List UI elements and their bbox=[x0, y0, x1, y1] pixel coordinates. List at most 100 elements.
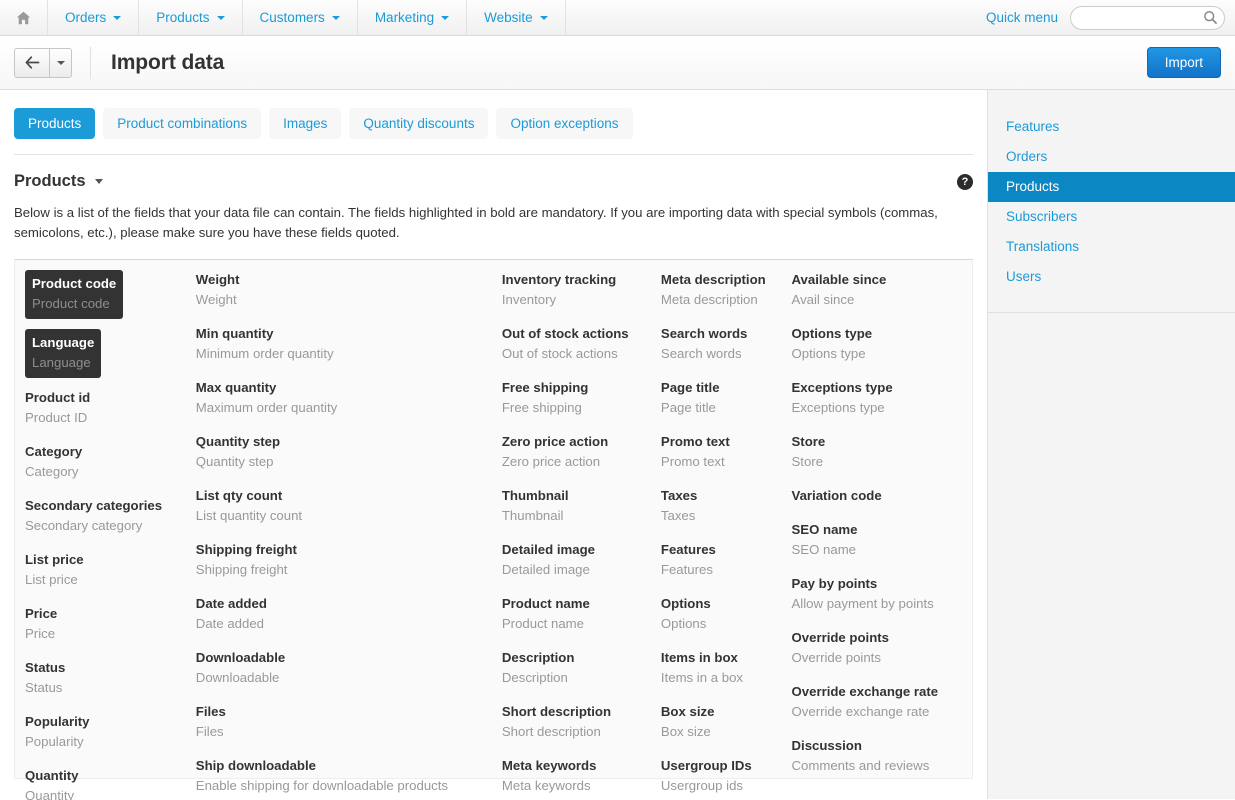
field-entry: Options type Options type bbox=[792, 324, 873, 364]
field-name: Available since bbox=[791, 272, 887, 287]
field-description: Date added bbox=[195, 616, 264, 631]
field-name: Out of stock actions bbox=[501, 326, 629, 341]
field-name: Page title bbox=[660, 380, 720, 395]
field-description: Free shipping bbox=[501, 400, 582, 415]
quick-menu-link[interactable]: Quick menu bbox=[986, 10, 1058, 25]
import-button[interactable]: Import bbox=[1146, 47, 1221, 78]
field-entry: Usergroup IDs Usergroup ids bbox=[661, 756, 752, 796]
nav-item-orders[interactable]: Orders bbox=[48, 0, 140, 35]
field-entry: Box size Box size bbox=[661, 702, 715, 742]
page-title: Import data bbox=[111, 50, 225, 74]
field-description: Comments and reviews bbox=[791, 758, 930, 773]
field-description: Options bbox=[660, 616, 707, 631]
field-entry: Popularity Popularity bbox=[25, 712, 89, 752]
field-description: Status bbox=[25, 680, 63, 695]
fields-panel: Product code Product code Language Language… bbox=[14, 259, 973, 800]
field-description: Downloadable bbox=[195, 670, 280, 685]
back-dropdown-button[interactable] bbox=[49, 47, 72, 78]
sidebar-item-subscribers[interactable]: Subscribers bbox=[988, 202, 1235, 232]
field-name: Product id bbox=[25, 390, 91, 405]
field-description: Description bbox=[501, 670, 568, 685]
help-icon[interactable]: ? bbox=[957, 173, 973, 190]
field-entry: Date added Date added bbox=[196, 594, 267, 634]
field-description: Meta keywords bbox=[501, 778, 591, 793]
field-column-4: Meta description Meta description Search w… bbox=[655, 270, 786, 793]
main-content: Products Product combinations Images Quanti… bbox=[0, 90, 987, 800]
field-description: Store bbox=[791, 454, 824, 469]
field-name: Items in box bbox=[660, 650, 738, 665]
field-name: Zero price action bbox=[501, 434, 609, 449]
field-entry: Detailed image Detailed image bbox=[502, 540, 595, 580]
field-description: Options type bbox=[791, 346, 866, 361]
field-description: Meta description bbox=[660, 292, 758, 307]
sidebar-item-translations[interactable]: Translations bbox=[988, 232, 1235, 262]
field-name: List price bbox=[25, 552, 84, 567]
nav-item-marketing[interactable]: Marketing bbox=[358, 0, 468, 35]
search-icon[interactable] bbox=[1203, 10, 1218, 28]
field-entry: Weight Weight bbox=[196, 270, 240, 310]
field-description: Quantity step bbox=[195, 454, 274, 469]
field-name: Detailed image bbox=[501, 542, 595, 557]
field-name: Pay by points bbox=[791, 576, 878, 591]
field-description: Minimum order quantity bbox=[195, 346, 334, 361]
field-name: SEO name bbox=[791, 522, 858, 537]
home-icon[interactable] bbox=[0, 0, 48, 35]
field-entry: Variation code bbox=[792, 486, 882, 506]
back-button[interactable] bbox=[14, 47, 49, 78]
nav-item-customers[interactable]: Customers bbox=[243, 0, 358, 35]
sidebar-item-users[interactable]: Users bbox=[988, 262, 1235, 292]
tab-option-exceptions[interactable]: Option exceptions bbox=[496, 108, 633, 139]
nav-item-label: Products bbox=[156, 10, 210, 25]
tab-products[interactable]: Products bbox=[14, 108, 96, 139]
back-button-group bbox=[14, 47, 72, 78]
field-name: Thumbnail bbox=[501, 488, 569, 503]
nav-item-website[interactable]: Website bbox=[467, 0, 566, 35]
field-entry: Options Options bbox=[661, 594, 711, 634]
field-description: Price bbox=[25, 626, 56, 641]
field-entry: Free shipping Free shipping bbox=[502, 378, 588, 418]
search-glyph bbox=[1204, 10, 1218, 24]
field-name: Product name bbox=[501, 596, 590, 611]
field-entry: Description Description bbox=[502, 648, 575, 688]
field-entry: Discussion Comments and reviews bbox=[792, 736, 930, 776]
tab-quantity-discounts[interactable]: Quantity discounts bbox=[349, 108, 489, 139]
field-entry: Override points Override points bbox=[792, 628, 889, 668]
field-description: Search words bbox=[660, 346, 742, 361]
search-input[interactable] bbox=[1070, 5, 1225, 30]
field-name: List qty count bbox=[195, 488, 283, 503]
chevron-down-icon bbox=[331, 15, 340, 20]
field-column-2: Weight Weight Min quantity Minimum order qu… bbox=[190, 270, 496, 793]
tab-product-combinations[interactable]: Product combinations bbox=[103, 108, 262, 139]
field-entry: Secondary categories Secondary category bbox=[25, 496, 162, 536]
field-name: Language bbox=[32, 335, 95, 350]
field-description: Popularity bbox=[25, 734, 84, 749]
field-description: Category bbox=[25, 464, 79, 479]
field-entry: Min quantity Minimum order quantity bbox=[196, 324, 334, 364]
field-name: Meta keywords bbox=[501, 758, 597, 773]
field-description: Weight bbox=[195, 292, 237, 307]
field-name: Promo text bbox=[660, 434, 730, 449]
sidebar-item-products[interactable]: Products bbox=[988, 172, 1235, 202]
field-name: Inventory tracking bbox=[501, 272, 617, 287]
field-entry: Shipping freight Shipping freight bbox=[196, 540, 297, 580]
field-name: Options bbox=[660, 596, 711, 611]
field-entry: List price List price bbox=[25, 550, 84, 590]
field-entry: SEO name SEO name bbox=[792, 520, 858, 560]
tab-images[interactable]: Images bbox=[269, 108, 342, 139]
sidebar-separator bbox=[988, 312, 1235, 313]
field-entry: List qty count List quantity count bbox=[196, 486, 302, 526]
field-name: Ship downloadable bbox=[195, 758, 316, 773]
field-name: Variation code bbox=[791, 488, 882, 503]
field-description: Zero price action bbox=[501, 454, 601, 469]
field-entry: Meta keywords Meta keywords bbox=[502, 756, 597, 796]
chevron-down-icon[interactable] bbox=[94, 179, 103, 184]
chevron-down-icon bbox=[56, 60, 65, 65]
page-body: Products Product combinations Images Quanti… bbox=[0, 90, 1235, 800]
field-entry: Available since Avail since bbox=[792, 270, 887, 310]
sidebar-item-features[interactable]: Features bbox=[988, 112, 1235, 142]
field-name: Features bbox=[660, 542, 716, 557]
nav-item-products[interactable]: Products bbox=[139, 0, 243, 35]
nav-right-group: Quick menu bbox=[986, 0, 1235, 35]
sidebar-item-orders[interactable]: Orders bbox=[988, 142, 1235, 172]
field-entry: Price Price bbox=[25, 604, 57, 644]
